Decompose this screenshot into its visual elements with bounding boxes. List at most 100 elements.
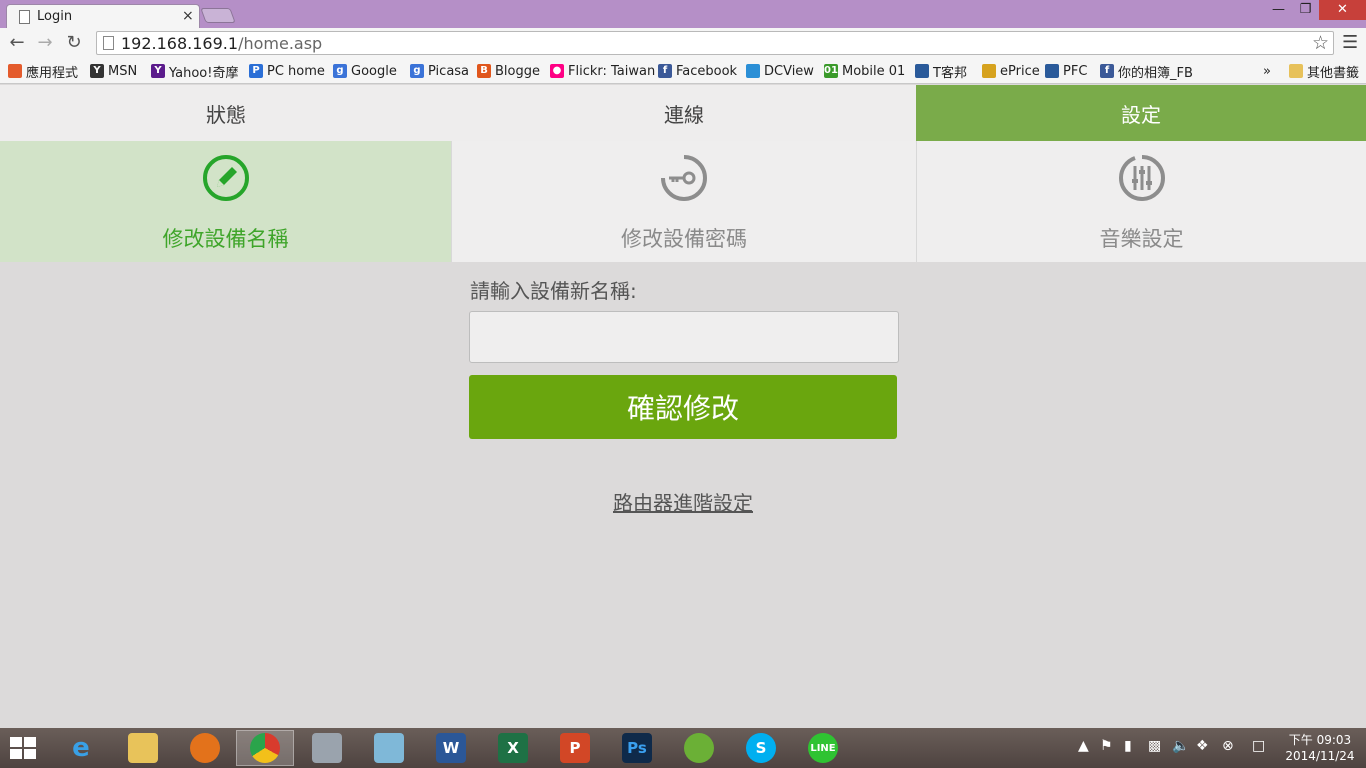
back-icon[interactable]: ← <box>6 32 28 53</box>
subtab-music-settings[interactable]: 音樂設定 <box>917 141 1366 262</box>
dropbox-icon[interactable]: ❖ <box>1196 738 1209 754</box>
taskbar-internet-explorer[interactable]: e <box>52 730 110 766</box>
chrome-menu-icon[interactable]: ☰ <box>1342 32 1358 53</box>
flickr-icon: ● <box>550 64 564 78</box>
subtab-device-password[interactable]: 修改設備密碼 <box>452 141 917 262</box>
tab-connection[interactable]: 連線 <box>452 85 916 141</box>
taskbar-photoshop[interactable]: Ps <box>608 730 666 766</box>
taskbar-word[interactable]: W <box>422 730 480 766</box>
browser-toolbar: ← → ↻ 192.168.169.1/home.asp ☆ ☰ <box>0 28 1366 58</box>
taskbar-skype[interactable]: S <box>732 730 790 766</box>
line-icon: LINE <box>808 733 838 763</box>
tray-expand-icon[interactable]: ▲ <box>1078 738 1089 754</box>
advanced-settings-link[interactable]: 路由器進階設定 <box>613 491 753 515</box>
bookmark-pchome[interactable]: P PC home <box>249 62 325 80</box>
new-tab-button[interactable] <box>200 8 236 23</box>
browser-title-bar: Login × — ❐ ✕ <box>0 0 1366 28</box>
bookmark-eprice[interactable]: ePrice <box>982 62 1040 80</box>
excel-icon: X <box>498 733 528 763</box>
taskbar-line[interactable]: LINE <box>794 730 852 766</box>
other-bookmarks-button[interactable]: 其他書籤 <box>1289 62 1360 81</box>
tab-settings[interactable]: 設定 <box>916 85 1366 141</box>
forward-icon[interactable]: → <box>34 32 56 53</box>
settings-subnav: 修改設備名稱 修改設備密碼 音樂設定 <box>0 141 1366 262</box>
more-bookmarks-button[interactable]: » <box>1263 62 1271 80</box>
google-icon: g <box>333 64 347 78</box>
taskbar-chrome[interactable] <box>236 730 294 766</box>
page-icon <box>19 10 30 24</box>
power-icon[interactable]: ▮ <box>1124 738 1132 754</box>
device-name-label: 請輸入設備新名稱: <box>470 279 637 303</box>
address-bar[interactable]: 192.168.169.1/home.asp ☆ <box>96 31 1334 55</box>
tray-app-icon[interactable]: ⊗ <box>1222 738 1234 754</box>
skype-icon: S <box>746 733 776 763</box>
taskbar-powerpoint[interactable]: P <box>546 730 604 766</box>
photoshop-icon: Ps <box>622 733 652 763</box>
bookmark-label: PFC <box>1063 63 1088 79</box>
taskbar-notes[interactable] <box>360 730 418 766</box>
bookmark-tkb[interactable]: T客邦 <box>915 62 967 81</box>
notes-icon <box>374 733 404 763</box>
windows-start-icon[interactable] <box>10 737 38 761</box>
url-host: 192.168.169.1 <box>121 34 239 53</box>
bookmark-blogger[interactable]: B Blogge <box>477 62 540 80</box>
dcview-icon <box>746 64 760 78</box>
restore-icon[interactable]: ❐ <box>1292 0 1319 20</box>
minimize-icon[interactable]: — <box>1265 0 1292 20</box>
taskbar-file-explorer[interactable] <box>114 730 172 766</box>
system-clock[interactable]: 下午 09:03 2014/11/24 <box>1282 732 1358 764</box>
bookmark-google[interactable]: g Google <box>333 62 397 80</box>
bookmark-facebook[interactable]: f 你的相簿_FB <box>1100 62 1193 81</box>
bookmark-label: Flickr: Taiwan <box>568 63 656 79</box>
subtab-device-name[interactable]: 修改設備名稱 <box>0 141 452 262</box>
bookmark-flickr[interactable]: ● Flickr: Taiwan <box>550 62 655 80</box>
confirm-button[interactable]: 確認修改 <box>469 375 897 439</box>
bookmark-apps[interactable]: 應用程式 <box>8 62 78 81</box>
bookmark-msn[interactable]: Y MSN <box>90 62 137 80</box>
bookmark-label: T客邦 <box>933 65 967 81</box>
device-name-input[interactable] <box>469 311 899 363</box>
bookmark-label: Blogge <box>495 63 540 79</box>
reload-icon[interactable]: ↻ <box>63 32 85 53</box>
page-icon <box>103 36 114 50</box>
apps-icon <box>8 64 22 78</box>
bookmark-mobile01[interactable]: 01 Mobile 01 <box>824 62 905 80</box>
bookmark-label: Picasa <box>428 63 470 79</box>
browser-tab[interactable]: Login × <box>6 4 200 28</box>
taskbar-excel[interactable]: X <box>484 730 542 766</box>
bookmark-label: Mobile 01 <box>842 63 906 79</box>
taskbar-firefox[interactable] <box>176 730 234 766</box>
bookmarks-bar: » 其他書籤 應用程式 Y MSN Y Yahoo!奇摩 P PC home g Google g… <box>0 58 1366 84</box>
action-center-flag-icon[interactable]: ⚑ <box>1100 738 1113 754</box>
bookmark-facebook[interactable]: f Facebook <box>658 62 737 80</box>
app-icon <box>684 733 714 763</box>
network-signal-icon[interactable]: ▩ <box>1148 738 1161 754</box>
tab-status[interactable]: 狀態 <box>0 85 452 141</box>
taskbar-calculator[interactable] <box>298 730 356 766</box>
bookmark-picasa[interactable]: g Picasa <box>410 62 469 80</box>
folder-icon <box>1289 64 1303 78</box>
facebook-icon: f <box>1100 64 1114 78</box>
tab-close-icon[interactable]: × <box>182 8 194 24</box>
other-bookmarks-label: 其他書籤 <box>1307 65 1360 81</box>
window-controls: — ❐ ✕ <box>1265 0 1366 22</box>
bookmark-star-icon[interactable]: ☆ <box>1312 32 1329 54</box>
pchome-icon: P <box>249 64 263 78</box>
language-icon[interactable]: □ <box>1252 738 1265 754</box>
advanced-settings-container: 路由器進階設定 <box>0 487 1366 516</box>
yahoo-icon: Y <box>151 64 165 78</box>
bookmark-pfc[interactable]: PFC <box>1045 62 1087 80</box>
facebook-icon: f <box>658 64 672 78</box>
subtab-label: 修改設備名稱 <box>162 227 289 251</box>
key-circle-icon <box>661 155 707 201</box>
bookmark-yahoo[interactable]: Y Yahoo!奇摩 <box>151 62 238 81</box>
window-close-icon[interactable]: ✕ <box>1319 0 1366 20</box>
url-path: /home.asp <box>238 34 323 53</box>
volume-icon[interactable]: 🔈 <box>1172 738 1189 754</box>
msn-icon: Y <box>90 64 104 78</box>
pfc-icon <box>1045 64 1059 78</box>
url-text: 192.168.169.1/home.asp <box>121 34 322 53</box>
bookmark-dcview[interactable]: DCView <box>746 62 814 80</box>
clock-date: 2014/11/24 <box>1285 749 1355 763</box>
taskbar-app[interactable] <box>670 730 728 766</box>
